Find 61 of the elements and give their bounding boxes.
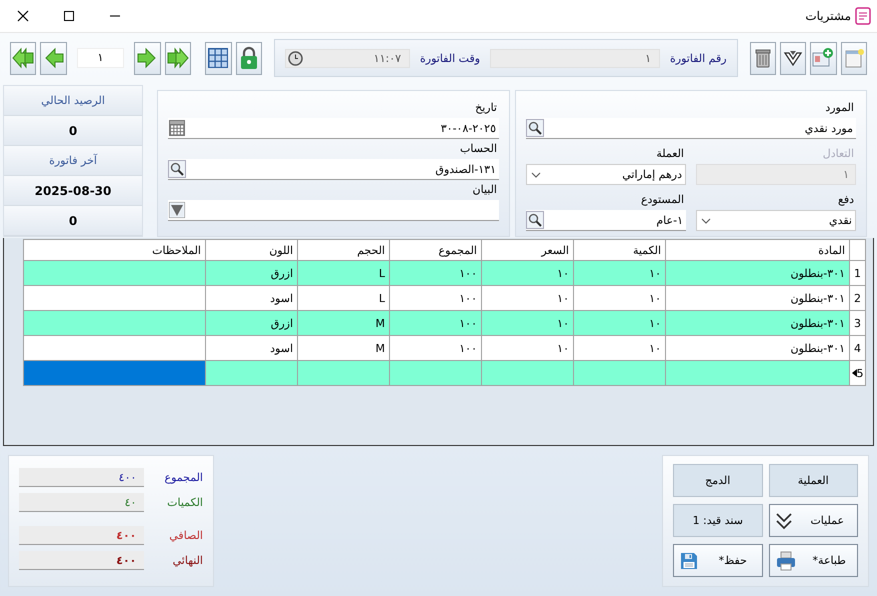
table-cell: ١٠٠ (390, 310, 482, 336)
total-value-field: ٤٠ (19, 493, 144, 512)
row-number: 4 (850, 336, 866, 360)
action-button[interactable]: العملية (768, 464, 858, 497)
balance-label: آخر فاتورة (4, 146, 142, 176)
input-field[interactable]: ٢٠٢٥-٠٨-٣٠ (168, 118, 499, 139)
input-field[interactable]: مورد نقدي (526, 118, 856, 139)
column-header[interactable]: السعر (482, 240, 574, 260)
total-label: الصافي (168, 529, 203, 542)
action-button[interactable]: سند قيد: 1 (673, 504, 762, 537)
table-cell: ١٠ (482, 310, 574, 336)
table-cell: ٣٠١-بنطلون (666, 260, 850, 286)
total-label: المجموع (164, 471, 203, 484)
table-cell: ١٠ (574, 310, 666, 336)
row-number: 3 (850, 310, 866, 336)
invoice-number-field: ١ (490, 48, 660, 68)
column-header[interactable]: اللون (206, 240, 298, 260)
dropdown-field[interactable]: نقدي (696, 210, 856, 231)
action-button[interactable]: الدمج (673, 464, 762, 497)
action-button[interactable]: حفظ* (673, 544, 762, 577)
window-title: مشتريات (805, 9, 851, 23)
table-cell: ازرق (206, 310, 298, 336)
field-label: البيان (472, 183, 498, 197)
invoice-number-label: رقم الفاتورة (670, 52, 727, 64)
page-number-field[interactable]: ١ (76, 48, 124, 68)
table-cell: ١٠٠ (390, 260, 482, 286)
table-cell: ١٠ (574, 260, 666, 286)
field-label: العملة (655, 147, 685, 161)
field-label: المورد (824, 101, 855, 115)
table-cell: ١٠ (482, 260, 574, 286)
input-field[interactable]: ١٣١-الصندوق (168, 159, 499, 180)
table-cell: ٣٠١-بنطلون (666, 310, 850, 336)
total-value-field: ٤٠٠ (19, 468, 144, 487)
total-value-field: ٤٠٠ (19, 551, 144, 570)
row-number: 1 (850, 260, 866, 286)
table-cell: M (298, 310, 390, 336)
column-header[interactable]: المجموع (390, 240, 482, 260)
field-label: التعادل (822, 147, 855, 161)
invoice-time-field: ١١:٠٧ (285, 48, 410, 68)
row-number: 2 (850, 286, 866, 310)
invoice-time-label: وقت الفاتورة (420, 52, 480, 64)
field-label: الحساب (458, 142, 498, 156)
row-number: 5 (852, 366, 864, 380)
table-cell: L (298, 260, 390, 286)
dropdown-field[interactable]: درهم إماراتي (526, 164, 686, 185)
field-label: تاريخ (474, 101, 498, 115)
table-cell: ازرق (206, 260, 298, 286)
balance-value: 0 (4, 206, 142, 236)
column-header[interactable]: المادة (666, 240, 850, 260)
field-label: المستودع (640, 193, 685, 207)
field-label: دفع (836, 193, 855, 207)
total-label: الكميات (166, 496, 203, 509)
action-button[interactable]: عمليات (768, 504, 858, 537)
column-header[interactable]: الحجم (298, 240, 390, 260)
total-value-field: ٤٠٠ (19, 526, 144, 545)
balance-value: 2025-08-30 (4, 176, 142, 206)
action-button[interactable]: طباعة* (768, 544, 858, 577)
column-header[interactable]: الملاحظات (24, 240, 206, 260)
input-field[interactable]: ١-عام (526, 210, 686, 231)
column-header[interactable]: الكمية (574, 240, 666, 260)
total-label: النهائي (172, 554, 203, 567)
